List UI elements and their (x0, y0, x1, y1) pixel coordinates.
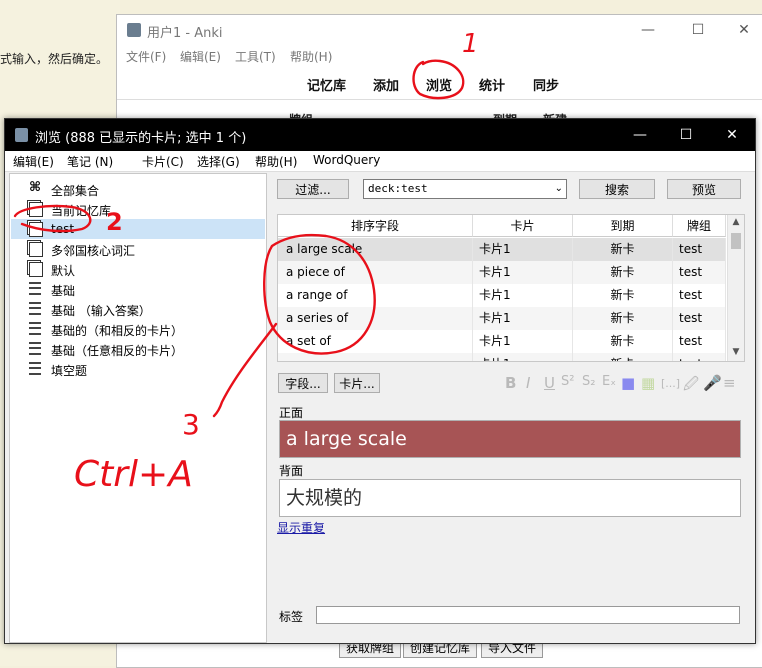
annotation-overlay: 1 2 3 Ctrl+A (13, 29, 479, 495)
circle-rows-annotation (263, 233, 376, 355)
circle-browse-annotation (412, 59, 465, 100)
mark-3: 3 (182, 408, 200, 441)
mark-2: 2 (106, 208, 123, 236)
stroke-down-annotation (212, 322, 278, 418)
mark-1: 1 (462, 29, 479, 59)
shortcut-annotation: Ctrl+A (74, 454, 193, 495)
underline-test-annotation (13, 204, 92, 233)
